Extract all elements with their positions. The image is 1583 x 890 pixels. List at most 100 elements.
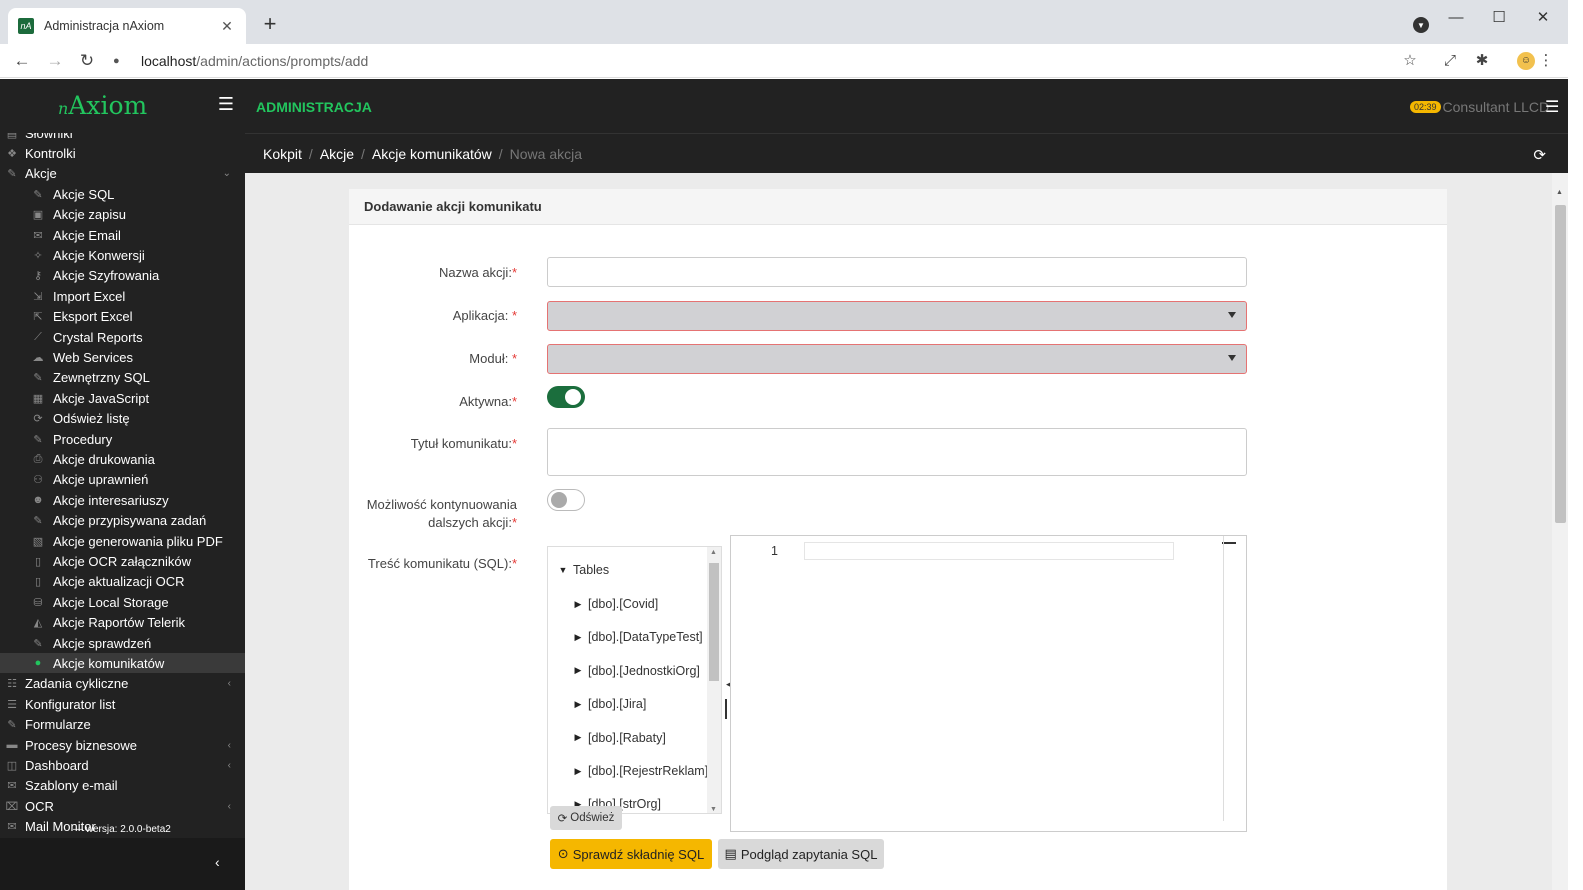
sidebar-item[interactable]: ✎ Akcje sprawdzeń (0, 633, 245, 653)
breadcrumb-akcje-komunikatow[interactable]: Akcje komunikatów (372, 146, 492, 162)
editor-scrollbar[interactable] (1223, 536, 1224, 821)
preview-sql-button[interactable]: ▤ Podgląd zapytania SQL (718, 839, 884, 869)
sidebar-item[interactable]: ✎ Formularze (0, 715, 245, 735)
collapse-sidebar-icon[interactable]: ‹ (215, 854, 220, 870)
sidebar-item[interactable]: ⟋ Crystal Reports (0, 327, 245, 347)
sidebar-item-label: Procedury (53, 431, 113, 447)
refresh-tree-button[interactable]: ⟳ Odśwież (550, 806, 622, 830)
sidebar-item[interactable]: ● Akcje komunikatów (0, 653, 245, 674)
browser-menu-icon[interactable]: ⋮ (1534, 49, 1558, 73)
sidebar-item[interactable]: ❖ Kontrolki (0, 143, 245, 163)
breadcrumb-kokpit[interactable]: Kokpit (263, 146, 302, 162)
sidebar-item[interactable]: ▧ Akcje generowania pliku PDF (0, 531, 245, 551)
sidebar-item[interactable]: ☁ Web Services (0, 347, 245, 367)
bookmark-star-icon[interactable]: ☆ (1398, 49, 1422, 73)
sidebar-item[interactable]: ▯ Akcje OCR załączników (0, 551, 245, 571)
tree-table-node[interactable]: ▶ [dbo].[Jira] (568, 694, 647, 714)
refresh-page-icon[interactable]: ⟳ (1533, 146, 1546, 164)
table-tree[interactable]: ▼ Tables ▶ [dbo].[Covid] ▶ [dbo].[DataTypeTe… (547, 546, 722, 814)
sidebar-item[interactable]: ⟳ Odśwież listę (0, 409, 245, 429)
back-icon[interactable]: ← (10, 49, 34, 73)
caret-right-icon: ▶ (574, 732, 582, 743)
url-field[interactable]: ● localhost/admin/actions/prompts/add (113, 50, 368, 72)
sidebar-item[interactable]: ◭ Akcje Raportów Telerik (0, 613, 245, 633)
logo[interactable]: nAxiom (58, 91, 147, 120)
menu-toggle-icon[interactable]: ☰ (216, 94, 236, 115)
sidebar-item[interactable]: ✎ Procedury (0, 429, 245, 449)
sidebar-item[interactable]: ☷ Zadania cykliczne ‹ (0, 674, 245, 694)
browser-tab[interactable]: nA Administracja nAxiom ✕ (8, 8, 246, 44)
new-tab-icon[interactable]: + (258, 12, 282, 36)
sidebar-item[interactable]: ☻ Akcje interesariuszy (0, 490, 245, 510)
editor-current-line[interactable] (804, 542, 1174, 560)
expand-icon[interactable]: ⤢ (1438, 49, 1462, 73)
user-menu-icon[interactable]: ☰ (1545, 97, 1559, 117)
sidebar-item[interactable]: ✉ Akcje Email (0, 225, 245, 245)
close-window-icon[interactable]: ✕ (1528, 6, 1558, 30)
tree-table-node[interactable]: ▶ [dbo].[JednostkiOrg] (568, 661, 700, 681)
sidebar-item[interactable]: ✧ Akcje Konwersji (0, 245, 245, 265)
sidebar-item[interactable]: ⌧ OCR ‹ (0, 796, 245, 816)
sidebar-item[interactable]: ✎ Akcje SQL (0, 184, 245, 204)
check-sql-button[interactable]: ⊙ Sprawdź składnię SQL (550, 839, 712, 869)
sidebar-item[interactable]: ✎ Zewnętrzny SQL (0, 368, 245, 388)
sidebar-item[interactable]: ▣ Akcje zapisu (0, 205, 245, 225)
tree-table-node[interactable]: ▶ [dbo].[DataTypeTest] (568, 627, 703, 647)
tree-table-node[interactable]: ▶ [dbo].[RejestrReklam] (568, 761, 709, 781)
sidebar-item[interactable]: ✎ Akcje ⌄ (0, 164, 245, 184)
minimize-icon[interactable]: — (1441, 6, 1471, 30)
sidebar-item[interactable]: ⇲ Import Excel (0, 286, 245, 306)
sidebar-item[interactable]: ▦ Akcje JavaScript (0, 388, 245, 408)
reload-icon[interactable]: ↻ (75, 49, 99, 73)
sidebar-item[interactable]: ⚇ Akcje uprawnień (0, 470, 245, 490)
cubes-icon: ❖ (7, 147, 17, 160)
sidebar-item[interactable]: ▤ Słowniki (0, 133, 245, 143)
sidebar-item-label: Akcje generowania pliku PDF (53, 533, 223, 549)
sidebar-item[interactable]: ◫ Dashboard ‹ (0, 755, 245, 775)
session-timer-badge: 02:39 (1410, 101, 1441, 113)
sidebar-item[interactable]: ▯ Akcje aktualizacji OCR (0, 572, 245, 592)
tree-table-node[interactable]: ▶ [dbo].[Covid] (568, 594, 659, 614)
forward-icon[interactable]: → (43, 49, 67, 73)
sidebar-item-label: Kontrolki (25, 145, 76, 161)
tree-table-node[interactable]: ▶ [dbo].[Rabaty] (568, 728, 666, 748)
sidebar-item-label: Web Services (53, 349, 133, 365)
close-tab-icon[interactable]: ✕ (218, 18, 236, 35)
info-icon[interactable]: ● (113, 55, 127, 67)
caret-down-icon: ▼ (558, 565, 568, 575)
continue-toggle[interactable] (547, 489, 585, 511)
sidebar-item[interactable]: ⛁ Akcje Local Storage (0, 592, 245, 612)
maximize-icon[interactable]: ☐ (1484, 6, 1514, 30)
sidebar-item[interactable]: ☰ Konfigurator list (0, 694, 245, 714)
active-toggle[interactable] (547, 386, 585, 408)
sidebar-item[interactable]: ▬ Procesy biznesowe ‹ (0, 735, 245, 755)
sidebar-item[interactable]: ⇱ Eksport Excel (0, 307, 245, 327)
company-info[interactable]: 02:39 Consultant LLCD (1410, 99, 1549, 115)
sql-editor[interactable]: 1 (730, 535, 1247, 832)
module-select[interactable] (547, 344, 1247, 374)
caret-right-icon: ▶ (574, 698, 582, 709)
profile-avatar[interactable]: ☺ (1517, 52, 1535, 70)
tree-root[interactable]: ▼ Tables (553, 560, 610, 580)
message-title-textarea[interactable] (547, 428, 1247, 476)
breadcrumb-akcje[interactable]: Akcje (320, 146, 354, 162)
chevron-icon: ‹ (227, 678, 231, 690)
chevron-down-icon (1228, 355, 1236, 361)
tab-search-icon[interactable]: ▼ (1413, 17, 1429, 33)
extensions-icon[interactable]: ✱ (1470, 49, 1494, 73)
tree-scrollbar[interactable]: ▲ ▼ (707, 547, 721, 813)
sidebar-item[interactable]: ⚷ Akcje Szyfrowania (0, 266, 245, 286)
sidebar-item-label: Akcje JavaScript (53, 390, 150, 406)
action-name-input[interactable] (547, 257, 1247, 287)
sidebar-item-label: Akcje sprawdzeń (53, 635, 152, 651)
breadcrumb-current: Nowa akcja (509, 145, 583, 162)
line-number: 1 (771, 544, 778, 558)
chevron-down-icon (1228, 312, 1236, 318)
sidebar-item-label: Słowniki (25, 133, 73, 141)
page-scrollbar[interactable]: ▲ (1552, 173, 1568, 890)
sidebar-item[interactable]: ✎ Akcje przypisywana zadań (0, 511, 245, 531)
sidebar-item[interactable]: ✉ Szablony e-mail (0, 776, 245, 796)
application-select[interactable] (547, 301, 1247, 331)
sidebar-item[interactable]: ⎙ Akcje drukowania (0, 449, 245, 469)
chevron-icon: ‹ (227, 800, 231, 812)
